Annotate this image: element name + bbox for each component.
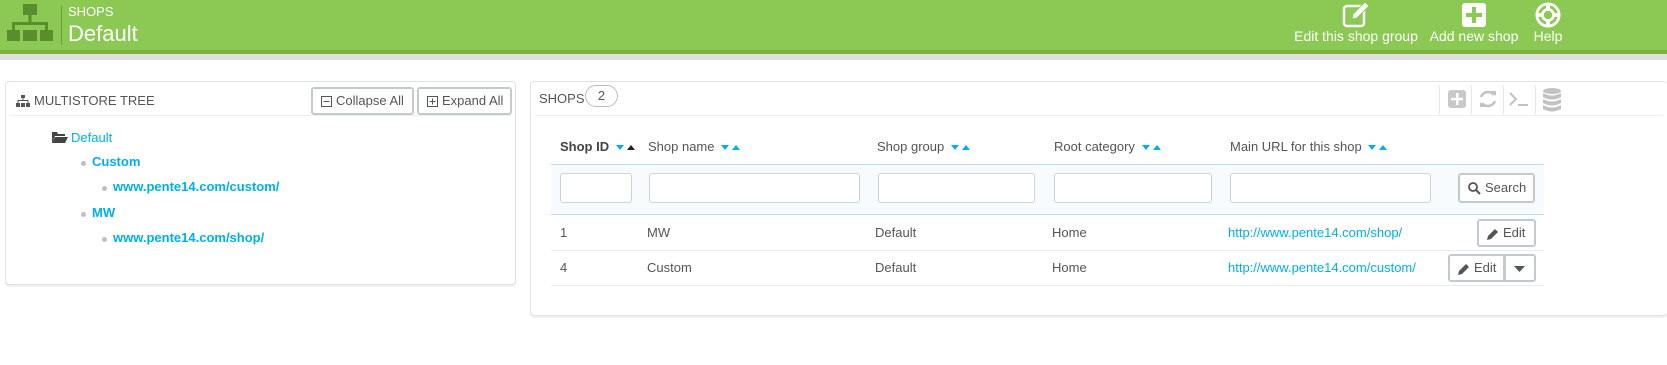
panel-heading-divider (535, 115, 1663, 116)
edit-label: Edit (1474, 260, 1497, 275)
search-icon (1468, 182, 1481, 195)
column-header-main-url[interactable]: Main URL for this shop (1230, 139, 1388, 154)
page-title: Default (68, 21, 138, 46)
help-label: Help (1533, 28, 1563, 44)
breadcrumb[interactable]: SHOPS (68, 4, 114, 19)
tree-bullet (81, 212, 86, 217)
sort-arrows-icon[interactable] (721, 144, 741, 152)
shops-panel-title: SHOPS (539, 91, 585, 106)
collapse-icon (321, 96, 332, 107)
edit-button[interactable]: Edit (1448, 254, 1505, 282)
sort-arrows-icon[interactable] (615, 144, 636, 152)
tree-url-mw-link[interactable]: www.pente14.com/shop/ (113, 230, 264, 245)
pencil-icon (1458, 264, 1469, 275)
lifebuoy-icon (1535, 2, 1561, 28)
cell-shop-id: 4 (560, 260, 568, 275)
collapse-all-label: Collapse All (336, 93, 404, 108)
header-divider (61, 5, 62, 45)
cell-shop-group: Default (875, 225, 917, 240)
edit-shop-group-label: Edit this shop group (1294, 28, 1418, 44)
add-new-shop-button[interactable]: Add new shop (1429, 0, 1519, 50)
tree-url-custom-link[interactable]: www.pente14.com/custom/ (113, 179, 279, 194)
toolbar-divider (1503, 86, 1504, 114)
column-header-shop-id[interactable]: Shop ID (560, 139, 636, 154)
tree-bullet (81, 161, 86, 166)
help-button[interactable]: Help (1529, 0, 1567, 50)
database-icon[interactable] (1540, 87, 1564, 113)
search-label: Search (1485, 180, 1527, 195)
column-header-root-category[interactable]: Root category (1054, 139, 1162, 154)
filter-shop-name-input[interactable] (649, 173, 860, 203)
tree-root-link[interactable]: Default (71, 130, 112, 145)
sort-arrows-icon[interactable] (1141, 144, 1162, 152)
sort-arrows-icon[interactable] (1368, 144, 1388, 152)
cell-main-url-link[interactable]: http://www.pente14.com/custom/ (1228, 260, 1416, 275)
column-header-shop-group[interactable]: Shop group (877, 139, 971, 154)
cell-shop-id: 1 (560, 225, 568, 240)
expand-all-label: Expand All (442, 93, 504, 108)
row-actions-dropdown-button[interactable] (1504, 254, 1536, 282)
expand-icon (427, 96, 438, 107)
tree-bullet (102, 237, 107, 242)
filter-shop-id-input[interactable] (560, 173, 632, 203)
column-label: Main URL for this shop (1230, 139, 1362, 154)
column-label: Root category (1054, 139, 1135, 154)
folder-open-icon (52, 132, 68, 143)
toolbar-divider (1471, 86, 1472, 114)
cell-shop-name: Custom (647, 260, 692, 275)
cell-root-category: Home (1052, 225, 1087, 240)
sitemap-icon (16, 95, 30, 107)
add-new-icon[interactable] (1446, 88, 1468, 110)
edit-button[interactable]: Edit (1477, 219, 1536, 247)
caret-down-icon (1514, 266, 1525, 272)
toolbar-divider (1439, 86, 1440, 114)
shop-count-badge: 2 (585, 85, 618, 107)
edit-label: Edit (1503, 225, 1526, 240)
search-button[interactable]: Search (1458, 173, 1535, 203)
column-label: Shop ID (560, 139, 610, 154)
sitemap-icon (7, 4, 53, 41)
pencil-icon (1487, 229, 1498, 240)
cell-shop-group: Default (875, 260, 917, 275)
tree-panel-title: MULTISTORE TREE (34, 93, 155, 108)
filter-main-url-input[interactable] (1230, 173, 1431, 203)
column-header-shop-name[interactable]: Shop name (648, 139, 741, 154)
edit-icon (1342, 2, 1370, 28)
table-row: 1 MW Default Home http://www.pente14.com… (551, 216, 1544, 251)
table-row: 4 Custom Default Home http://www.pente14… (551, 251, 1544, 286)
tree-shop-custom-link[interactable]: Custom (92, 154, 140, 169)
toolbar-divider (1535, 86, 1536, 114)
cell-shop-name: MW (647, 225, 671, 240)
tree-shop-mw-link[interactable]: MW (92, 205, 115, 220)
filter-shop-group-input[interactable] (878, 173, 1035, 203)
header-subbar (0, 54, 1667, 60)
column-label: Shop group (877, 139, 945, 154)
refresh-icon[interactable] (1477, 88, 1499, 110)
cell-main-url-link[interactable]: http://www.pente14.com/shop/ (1228, 225, 1402, 240)
column-label: Shop name (648, 139, 715, 154)
edit-shop-group-button[interactable]: Edit this shop group (1294, 0, 1418, 50)
tree-bullet (102, 186, 107, 191)
filter-root-category-input[interactable] (1054, 173, 1212, 203)
sort-arrows-icon[interactable] (950, 144, 971, 152)
sql-terminal-icon[interactable] (1508, 88, 1530, 110)
panel-heading-divider (10, 115, 511, 116)
collapse-all-button[interactable]: Collapse All (311, 87, 414, 115)
page-header: SHOPS Default Edit this shop group Add n… (0, 0, 1667, 50)
expand-all-button[interactable]: Expand All (417, 87, 512, 115)
plus-icon (1462, 3, 1486, 27)
add-new-shop-label: Add new shop (1429, 28, 1519, 44)
cell-root-category: Home (1052, 260, 1087, 275)
